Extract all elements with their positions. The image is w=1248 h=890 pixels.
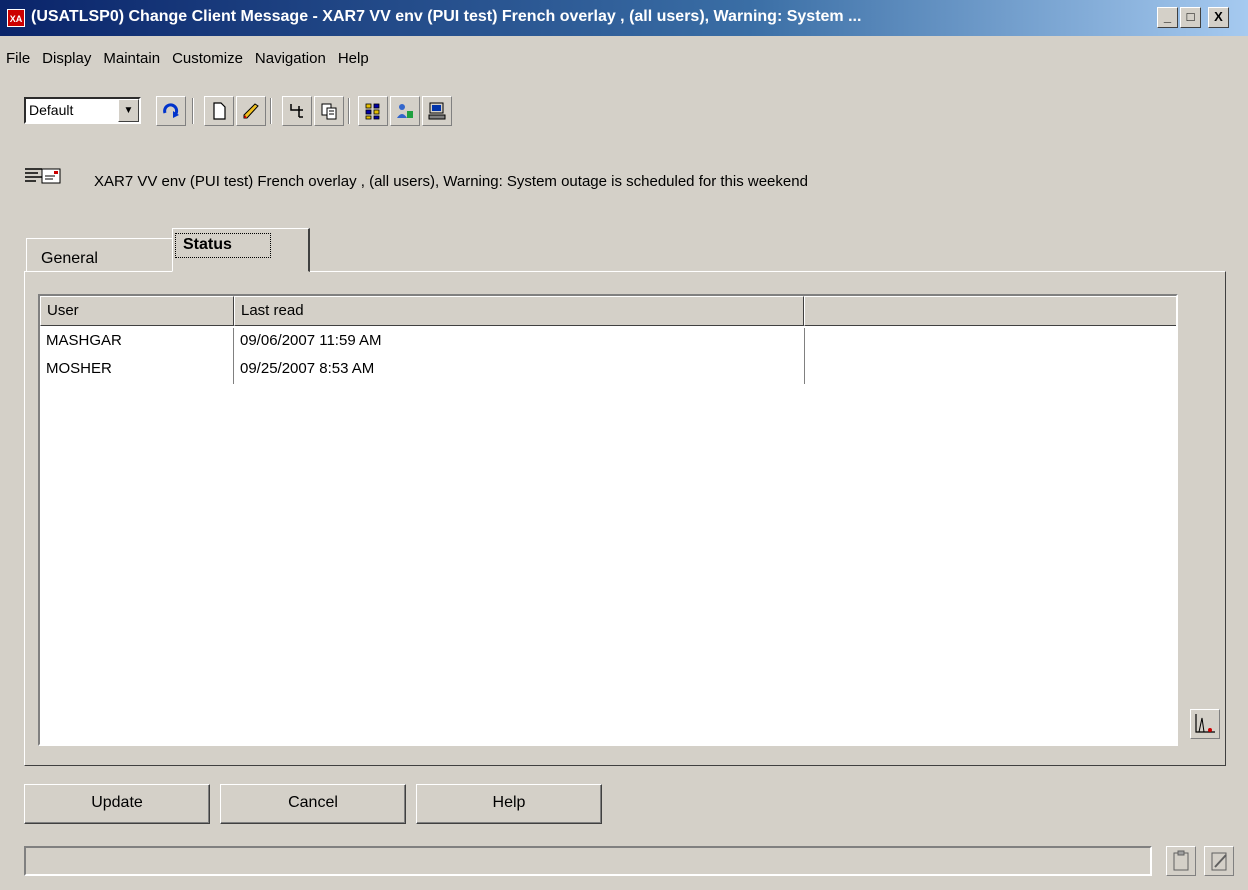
column-header-user[interactable]: User — [40, 296, 234, 326]
copy-icon[interactable] — [314, 96, 344, 126]
menu-customize[interactable]: Customize — [166, 46, 249, 72]
menu-bar: File Display Maintain Customize Navigation He… — [0, 46, 375, 72]
minimize-button[interactable]: _ — [1157, 7, 1178, 28]
grid-icon[interactable] — [358, 96, 388, 126]
close-button[interactable]: X — [1208, 7, 1229, 28]
column-divider — [804, 328, 805, 384]
toolbar-separator — [192, 98, 194, 124]
menu-file[interactable]: File — [0, 46, 36, 72]
edit-pencil-icon[interactable] — [236, 96, 266, 126]
read-status-list[interactable]: User Last read MASHGAR 09/06/2007 11:59 … — [38, 294, 1178, 746]
toolbar-separator — [348, 98, 350, 124]
chevron-down-icon[interactable]: ▼ — [118, 99, 139, 122]
message-summary: XAR7 VV env (PUI test) French overlay , … — [94, 173, 808, 190]
column-divider — [233, 328, 234, 384]
new-document-icon[interactable] — [204, 96, 234, 126]
menu-display[interactable]: Display — [36, 46, 97, 72]
title-bar[interactable]: XA (USATLSP0) Change Client Message - XA… — [0, 0, 1248, 36]
message-list-icon — [24, 166, 62, 186]
menu-maintain[interactable]: Maintain — [97, 46, 166, 72]
user-network-icon[interactable] — [390, 96, 420, 126]
tab-status-label: Status — [175, 233, 271, 258]
menu-navigation[interactable]: Navigation — [249, 46, 332, 72]
chart-icon[interactable] — [1190, 709, 1220, 739]
computer-icon[interactable] — [422, 96, 452, 126]
edit-document-icon[interactable] — [1204, 846, 1234, 876]
column-header-empty — [804, 296, 1176, 326]
column-header-last-read[interactable]: Last read — [234, 296, 804, 326]
tab-general[interactable]: General — [26, 238, 174, 272]
table-row[interactable]: MOSHER 09/25/2007 8:53 AM — [40, 356, 806, 382]
menu-help[interactable]: Help — [332, 46, 375, 72]
help-button[interactable]: Help — [416, 784, 602, 824]
clipboard-icon[interactable] — [1166, 846, 1196, 876]
refresh-icon[interactable] — [156, 96, 186, 126]
tree-icon[interactable] — [282, 96, 312, 126]
maximize-button[interactable]: □ — [1180, 7, 1201, 28]
cell-last-read: 09/06/2007 11:59 AM — [240, 332, 382, 349]
cancel-button[interactable]: Cancel — [220, 784, 406, 824]
tab-status[interactable]: Status — [172, 228, 310, 272]
cell-last-read: 09/25/2007 8:53 AM — [240, 360, 375, 377]
window-title: (USATLSP0) Change Client Message - XAR7 … — [31, 8, 862, 25]
update-button[interactable]: Update — [24, 784, 210, 824]
list-header: User Last read — [40, 296, 1176, 326]
status-bar — [24, 846, 1152, 876]
toolbar-separator — [270, 98, 272, 124]
app-icon[interactable]: XA — [7, 9, 25, 27]
cell-user: MOSHER — [46, 360, 112, 377]
table-row[interactable]: MASHGAR 09/06/2007 11:59 AM — [40, 328, 806, 354]
cell-user: MASHGAR — [46, 332, 122, 349]
